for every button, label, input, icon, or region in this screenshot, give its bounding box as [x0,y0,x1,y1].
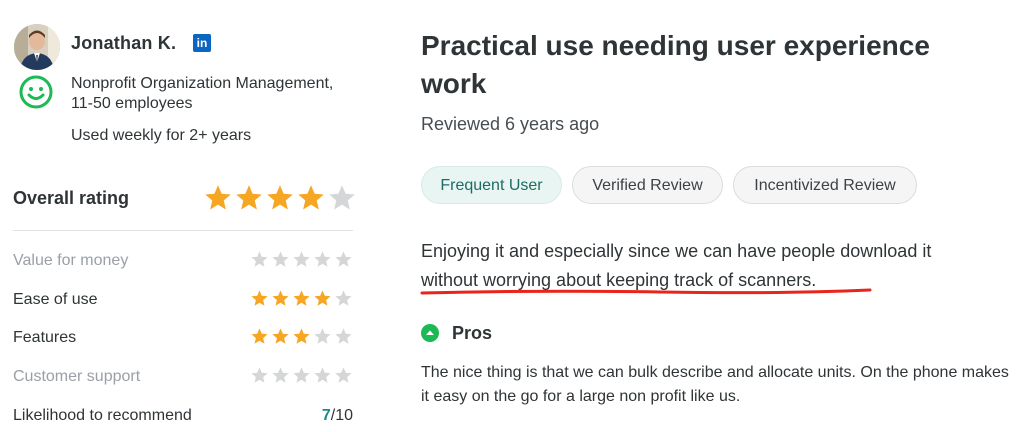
reviewer-organization: Nonprofit Organization Management, 11-50… [71,75,334,112]
rating-row-customer-support: Customer support [13,366,353,390]
star-empty-icon [335,367,352,383]
star-empty-icon [335,328,352,344]
avatar [14,24,60,70]
rating-row-value-for-money: Value for money [13,250,353,274]
star-filled-icon [205,185,231,210]
reviewer-name: Jonathan K. [71,33,177,53]
star-empty-icon [314,367,331,383]
rating-stars [250,327,353,346]
rating-stars [250,366,353,385]
rating-stars [250,289,353,308]
pros-heading: Pros [452,323,493,343]
badge-verified-review: Verified Review [572,166,723,204]
star-filled-icon [251,290,268,306]
star-empty-icon [335,251,352,267]
rating-label: Value for money [13,252,129,269]
star-filled-icon [293,290,310,306]
smiley-icon [19,75,53,109]
star-empty-icon [293,367,310,383]
star-empty-icon [314,251,331,267]
badge-incentivized-review: Incentivized Review [733,166,917,204]
star-filled-icon [267,185,293,210]
recommend-value: 7 [321,407,331,424]
star-empty-icon [335,290,352,306]
star-filled-icon [251,328,268,344]
star-empty-icon [329,185,355,210]
star-empty-icon [272,251,289,267]
rating-label: Ease of use [13,291,98,308]
recommend-out-of: /10 [330,407,353,424]
rating-label: Customer support [13,368,141,385]
star-empty-icon [251,367,268,383]
star-empty-icon [293,251,310,267]
review-title: Practical use needing user experience wo… [421,30,930,99]
rating-label: Features [13,329,77,346]
overall-rating-label: Overall rating [13,188,130,208]
rating-row-ease-of-use: Ease of use [13,289,353,313]
review-date: Reviewed 6 years ago [421,114,600,134]
linkedin-icon[interactable]: in [193,34,211,52]
star-filled-icon [314,290,331,306]
recommend-label: Likelihood to recommend [13,407,192,424]
star-filled-icon [236,185,262,210]
overall-rating-stars [203,183,357,213]
star-empty-icon [272,367,289,383]
pros-text: The nice thing is that we can bulk descr… [421,364,1009,405]
star-filled-icon [298,185,324,210]
star-filled-icon [293,328,310,344]
divider [13,230,353,231]
recommend-score: 7/10 [322,407,353,425]
usage-frequency: Used weekly for 2+ years [71,127,252,144]
red-underline-annotation [420,287,872,297]
star-empty-icon [314,328,331,344]
star-filled-icon [272,328,289,344]
chevron-up-circle-icon [421,324,439,342]
star-filled-icon [272,290,289,306]
rating-row-recommend: Likelihood to recommend 7/10 [13,405,353,429]
rating-stars [250,250,353,269]
star-empty-icon [251,251,268,267]
badge-frequent-user: Frequent User [421,166,562,204]
rating-row-features: Features [13,327,353,351]
